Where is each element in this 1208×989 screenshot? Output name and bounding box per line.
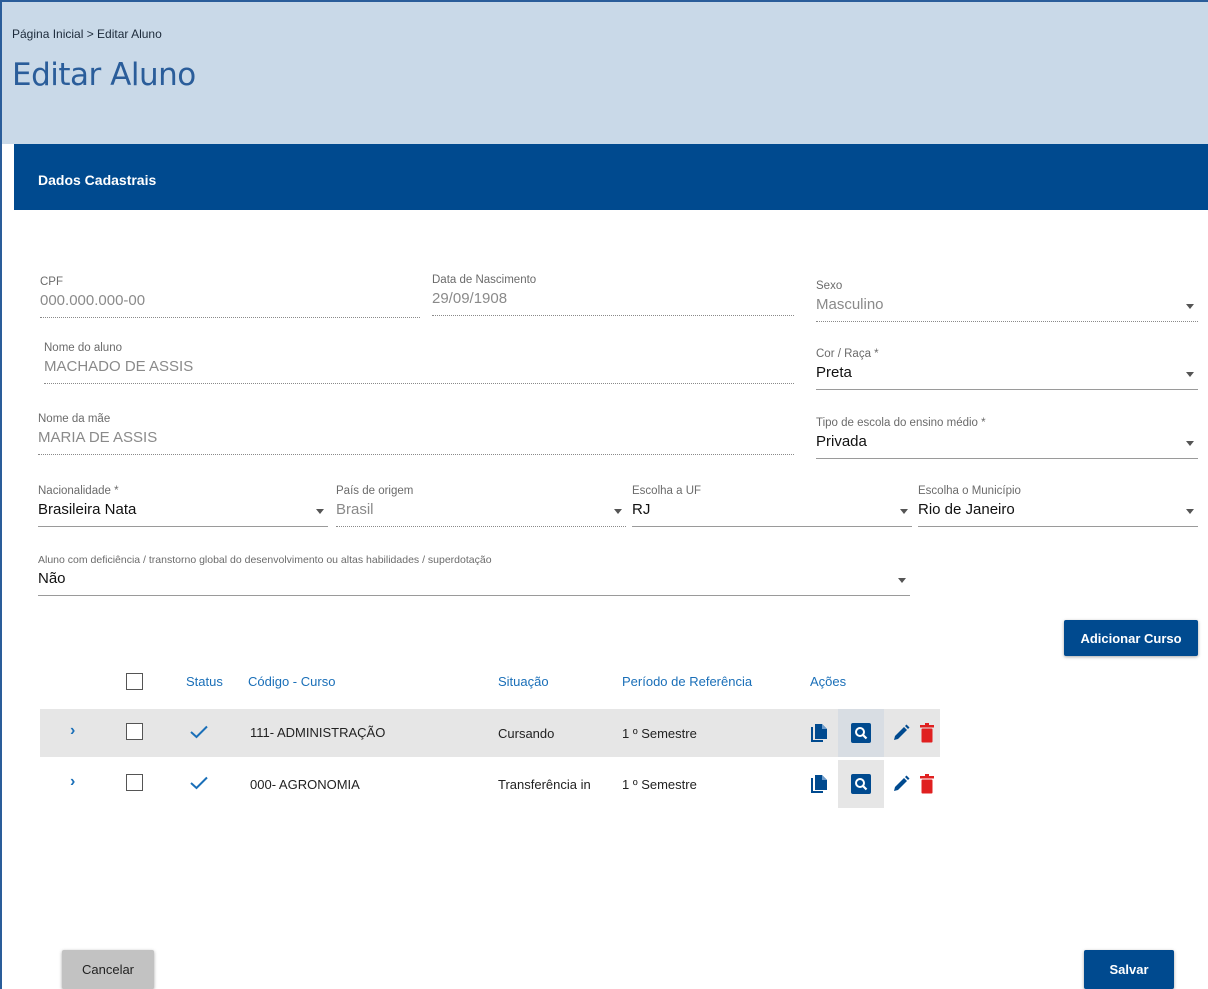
check-icon — [190, 776, 208, 790]
header-situation[interactable]: Situação — [498, 674, 549, 689]
chevron-down-icon — [1186, 509, 1194, 514]
cpf-field[interactable]: CPF 000.000.000-00 — [40, 276, 420, 318]
uf-label: Escolha a UF — [632, 485, 702, 497]
add-course-button[interactable]: Adicionar Curso — [1064, 620, 1198, 656]
header-status[interactable]: Status — [186, 674, 223, 689]
row-checkbox[interactable] — [126, 723, 143, 740]
header-actions: Ações — [810, 674, 847, 689]
uf-select[interactable]: RJ — [632, 501, 912, 527]
nationality-value: Brasileira Nata — [38, 501, 137, 518]
disability-label: Aluno com deficiência / transtorno globa… — [38, 554, 492, 566]
search-icon — [851, 723, 871, 743]
student-name-input[interactable]: MACHADO DE ASSIS — [44, 358, 794, 384]
trash-icon[interactable] — [920, 774, 934, 794]
birth-date-label: Data de Nascimento — [432, 274, 537, 286]
select-all-checkbox[interactable] — [126, 673, 143, 690]
page-header: Página Inicial > Editar Aluno Editar Alu… — [2, 2, 1208, 144]
situation-cell: Cursando — [498, 726, 555, 741]
student-name-label: Nome do aluno — [44, 342, 122, 354]
country-value: Brasil — [336, 501, 374, 518]
race-select[interactable]: Preta — [816, 364, 1198, 390]
nationality-select[interactable]: Brasileira Nata — [38, 501, 328, 527]
period-cell: 1 º Semestre — [622, 726, 697, 741]
situation-cell: Transferência in — [498, 777, 591, 792]
school-type-value: Privada — [816, 433, 867, 450]
disability-field[interactable]: Aluno com deficiência / transtorno globa… — [38, 554, 910, 596]
edit-icon[interactable] — [892, 775, 910, 793]
view-button[interactable] — [838, 760, 884, 808]
cancel-button[interactable]: Cancelar — [62, 950, 154, 989]
page-title: Editar Aluno — [12, 57, 196, 93]
period-cell: 1 º Semestre — [622, 777, 697, 792]
table-row[interactable]: › 000- AGRONOMIA Transferência in 1 º Se… — [40, 760, 940, 808]
mother-name-field[interactable]: Nome da mãe MARIA DE ASSIS — [38, 413, 794, 455]
section-title: Dados Cadastrais — [38, 172, 157, 188]
country-field[interactable]: País de origem Brasil — [336, 485, 626, 527]
sex-field[interactable]: Sexo Masculino — [816, 280, 1198, 322]
birth-date-field[interactable]: Data de Nascimento 29/09/1908 — [432, 274, 794, 316]
row-checkbox[interactable] — [126, 774, 143, 791]
mother-name-input[interactable]: MARIA DE ASSIS — [38, 429, 794, 455]
copy-icon[interactable] — [810, 723, 828, 743]
edit-icon[interactable] — [892, 724, 910, 742]
section-header-bar: Dados Cadastrais — [14, 144, 1208, 210]
chevron-down-icon — [1186, 372, 1194, 377]
school-type-field[interactable]: Tipo de escola do ensino médio * Privada — [816, 417, 1198, 459]
breadcrumb[interactable]: Página Inicial > Editar Aluno — [12, 27, 162, 41]
check-icon — [190, 725, 208, 739]
chevron-down-icon — [614, 509, 622, 514]
copy-icon[interactable] — [810, 774, 828, 794]
country-select[interactable]: Brasil — [336, 501, 626, 527]
mother-name-label: Nome da mãe — [38, 413, 111, 425]
chevron-right-icon[interactable]: › — [70, 773, 75, 791]
chevron-down-icon — [898, 578, 906, 583]
disability-select[interactable]: Não — [38, 570, 910, 596]
school-type-select[interactable]: Privada — [816, 433, 1198, 459]
city-value: Rio de Janeiro — [918, 501, 1015, 518]
student-name-field[interactable]: Nome do aluno MACHADO DE ASSIS — [44, 342, 794, 384]
city-label: Escolha o Município — [918, 485, 1021, 497]
city-select[interactable]: Rio de Janeiro — [918, 501, 1198, 527]
sex-value: Masculino — [816, 296, 884, 313]
race-field[interactable]: Cor / Raça * Preta — [816, 348, 1198, 390]
birth-date-input[interactable]: 29/09/1908 — [432, 290, 794, 316]
trash-icon[interactable] — [920, 723, 934, 743]
chevron-right-icon[interactable]: › — [70, 722, 75, 740]
school-type-label: Tipo de escola do ensino médio * — [816, 417, 986, 429]
cpf-input[interactable]: 000.000.000-00 — [40, 292, 420, 318]
table-row[interactable]: › 111- ADMINISTRAÇÃO Cursando 1 º Semest… — [40, 709, 940, 757]
course-cell: 111- ADMINISTRAÇÃO — [250, 725, 386, 740]
cpf-label: CPF — [40, 276, 63, 288]
nationality-field[interactable]: Nacionalidade * Brasileira Nata — [38, 485, 328, 527]
view-button[interactable] — [838, 709, 884, 757]
city-field[interactable]: Escolha o Município Rio de Janeiro — [918, 485, 1198, 527]
disability-value: Não — [38, 570, 66, 587]
course-cell: 000- AGRONOMIA — [250, 777, 360, 792]
country-label: País de origem — [336, 485, 414, 497]
uf-field[interactable]: Escolha a UF RJ — [632, 485, 912, 527]
header-course[interactable]: Código - Curso — [248, 674, 335, 689]
chevron-down-icon — [316, 509, 324, 514]
race-value: Preta — [816, 364, 852, 381]
uf-value: RJ — [632, 501, 651, 518]
nationality-label: Nacionalidade * — [38, 485, 119, 497]
sex-select[interactable]: Masculino — [816, 296, 1198, 322]
chevron-down-icon — [1186, 304, 1194, 309]
header-period[interactable]: Período de Referência — [622, 674, 752, 689]
race-label: Cor / Raça * — [816, 348, 879, 360]
chevron-down-icon — [900, 509, 908, 514]
chevron-down-icon — [1186, 441, 1194, 446]
save-button[interactable]: Salvar — [1084, 950, 1174, 989]
sex-label: Sexo — [816, 280, 843, 292]
search-icon — [851, 774, 871, 794]
